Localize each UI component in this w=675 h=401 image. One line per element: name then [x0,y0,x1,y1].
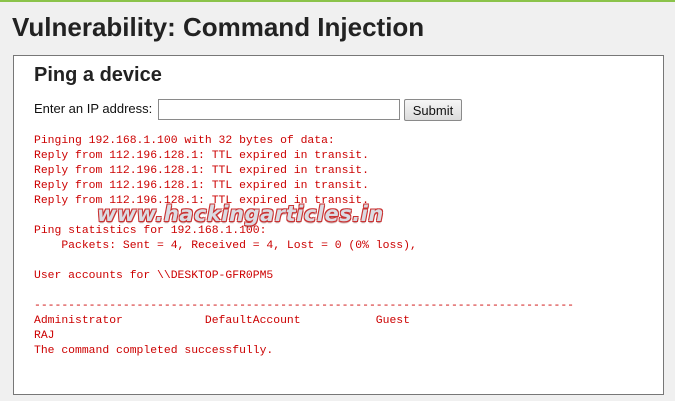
submit-button[interactable]: Submit [404,99,462,121]
output-line: Pinging 192.168.1.100 with 32 bytes of d… [34,135,335,147]
output-line: Packets: Sent = 4, Received = 4, Lost = … [34,240,417,252]
command-output: Pinging 192.168.1.100 with 32 bytes of d… [34,134,574,359]
output-line: Reply from 112.196.128.1: TTL expired in… [34,165,369,177]
page-title: Vulnerability: Command Injection [12,12,425,42]
output-line: Ping statistics for 192.168.1.100: [34,225,267,237]
output-line: Reply from 112.196.128.1: TTL expired in… [34,150,369,162]
output-line: RAJ [34,330,55,342]
panel-title: Ping a device [34,64,162,86]
output-line: Reply from 112.196.128.1: TTL expired in… [34,195,369,207]
output-line: Reply from 112.196.128.1: TTL expired in… [34,180,369,192]
ip-address-label: Enter an IP address: [34,101,153,116]
ip-address-input[interactable] [158,99,400,120]
output-line: User accounts for \\DESKTOP-GFR0PM5 [34,270,274,282]
output-line: Administrator DefaultAccount Guest [34,315,410,327]
output-line: ----------------------------------------… [34,300,575,312]
ping-panel: Ping a device Enter an IP address: Submi… [13,55,664,395]
output-line: The command completed successfully. [34,345,274,357]
